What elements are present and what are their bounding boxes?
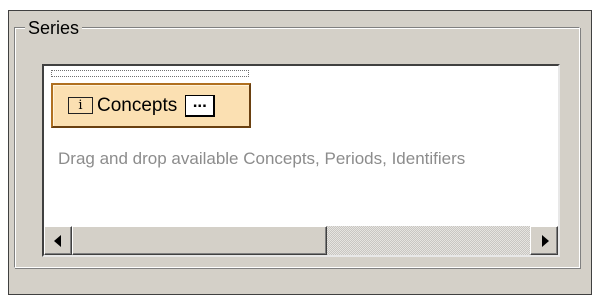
horizontal-scrollbar[interactable]: [44, 226, 558, 255]
scroll-right-arrow-icon: [542, 235, 549, 247]
info-icon: i: [68, 97, 93, 114]
scrollbar-thumb[interactable]: [72, 226, 327, 255]
scroll-left-button[interactable]: [44, 226, 72, 255]
series-legend: Series: [25, 19, 83, 37]
concepts-item[interactable]: i Concepts ...: [51, 83, 251, 128]
concepts-label: Concepts: [97, 94, 178, 116]
scroll-right-button[interactable]: [530, 226, 558, 255]
concepts-ellipsis-button[interactable]: ...: [185, 93, 216, 117]
series-drop-area[interactable]: i Concepts ... Drag and drop available C…: [42, 64, 560, 257]
drag-drop-hint: Drag and drop available Concepts, Period…: [58, 149, 466, 168]
scroll-left-arrow-icon: [54, 235, 61, 247]
drop-target-slot[interactable]: [51, 70, 249, 77]
